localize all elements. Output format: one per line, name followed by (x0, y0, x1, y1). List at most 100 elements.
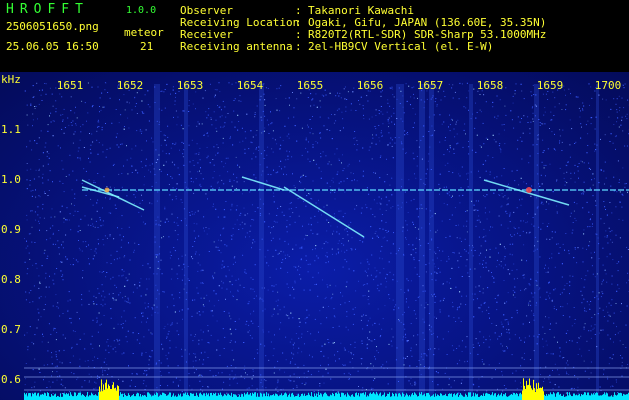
activity-bar (410, 396, 411, 400)
activity-bar (487, 393, 488, 400)
activity-bar (431, 395, 432, 400)
antenna-separator: : (295, 40, 302, 53)
activity-bar (491, 394, 492, 400)
meteor-burst-bar (536, 383, 537, 400)
activity-bar (75, 392, 76, 400)
activity-bar (620, 392, 621, 400)
activity-bar (624, 394, 625, 400)
activity-bar (554, 393, 555, 400)
activity-bar (72, 396, 73, 400)
meteor-burst-bar (525, 388, 526, 400)
activity-bar (157, 393, 158, 400)
activity-bar (515, 394, 516, 400)
activity-bar (87, 392, 88, 400)
activity-bar (126, 396, 127, 400)
activity-bar (342, 392, 343, 400)
activity-bar (402, 392, 403, 400)
activity-bar (365, 392, 366, 400)
activity-bar (321, 394, 322, 400)
activity-bar (265, 396, 266, 400)
activity-bar (599, 395, 600, 400)
activity-bar (609, 396, 610, 400)
activity-bar (430, 396, 431, 400)
activity-bar (626, 394, 627, 400)
activity-bar (174, 396, 175, 400)
meteor-burst-bar (107, 388, 108, 400)
activity-bar (191, 393, 192, 400)
activity-bar (228, 393, 229, 400)
meteor-burst-bar (106, 379, 107, 400)
meteor-burst-bar (103, 384, 104, 400)
activity-bar (320, 393, 321, 400)
activity-bar (120, 392, 121, 400)
activity-bar (190, 392, 191, 400)
activity-bar (499, 395, 500, 400)
activity-bar (378, 395, 379, 400)
activity-bar (328, 396, 329, 400)
activity-bar (67, 394, 68, 400)
activity-bar (210, 392, 211, 400)
activity-bar (500, 394, 501, 400)
activity-bar (203, 393, 204, 400)
activity-bar (155, 395, 156, 400)
activity-bar (344, 395, 345, 400)
activity-bar (253, 393, 254, 400)
activity-bar (457, 392, 458, 400)
activity-bar (68, 393, 69, 400)
activity-bar (122, 393, 123, 400)
activity-bar (221, 394, 222, 400)
activity-bar (553, 392, 554, 400)
activity-bar (393, 393, 394, 400)
activity-bar (401, 396, 402, 400)
activity-bar (367, 395, 368, 400)
activity-bar (590, 395, 591, 400)
activity-bar (88, 396, 89, 400)
activity-bar (437, 394, 438, 400)
activity-bar (372, 393, 373, 400)
meteor-burst-bar (541, 388, 542, 400)
frequency-tick: 0.6 (1, 373, 21, 386)
activity-bar (399, 393, 400, 400)
meteor-burst-bar (532, 390, 533, 400)
activity-bar (162, 392, 163, 400)
activity-bar (32, 393, 33, 400)
activity-bar (383, 394, 384, 400)
activity-bar (193, 393, 194, 400)
activity-bar (497, 395, 498, 400)
activity-bar (551, 394, 552, 400)
activity-bar (604, 392, 605, 400)
activity-bar (57, 395, 58, 400)
activity-bar (127, 395, 128, 400)
activity-bar (409, 395, 410, 400)
noise-band (396, 84, 404, 400)
activity-bar (37, 393, 38, 400)
activity-bar (623, 393, 624, 400)
activity-bar (270, 395, 271, 400)
activity-bar (291, 393, 292, 400)
activity-bar (547, 395, 548, 400)
activity-bar (603, 394, 604, 400)
activity-bar (384, 392, 385, 400)
activity-bar (128, 393, 129, 400)
activity-bar (418, 396, 419, 400)
activity-bar (461, 394, 462, 400)
activity-bar (426, 393, 427, 400)
activity-bar (133, 393, 134, 400)
meteor-burst-bar (116, 390, 117, 400)
activity-bar (388, 393, 389, 400)
activity-bar (26, 393, 27, 400)
activity-bar (421, 392, 422, 400)
activity-bar (192, 393, 193, 400)
activity-bar (39, 396, 40, 400)
activity-bar (246, 393, 247, 400)
activity-bar (202, 395, 203, 400)
activity-bar (293, 394, 294, 400)
activity-bar (571, 396, 572, 400)
activity-bar (91, 392, 92, 400)
activity-bar (121, 394, 122, 400)
activity-bar (254, 392, 255, 400)
activity-bar (40, 394, 41, 400)
meteor-burst-bar (528, 384, 529, 400)
activity-bar (218, 393, 219, 400)
meteor-burst-bar (105, 382, 106, 400)
